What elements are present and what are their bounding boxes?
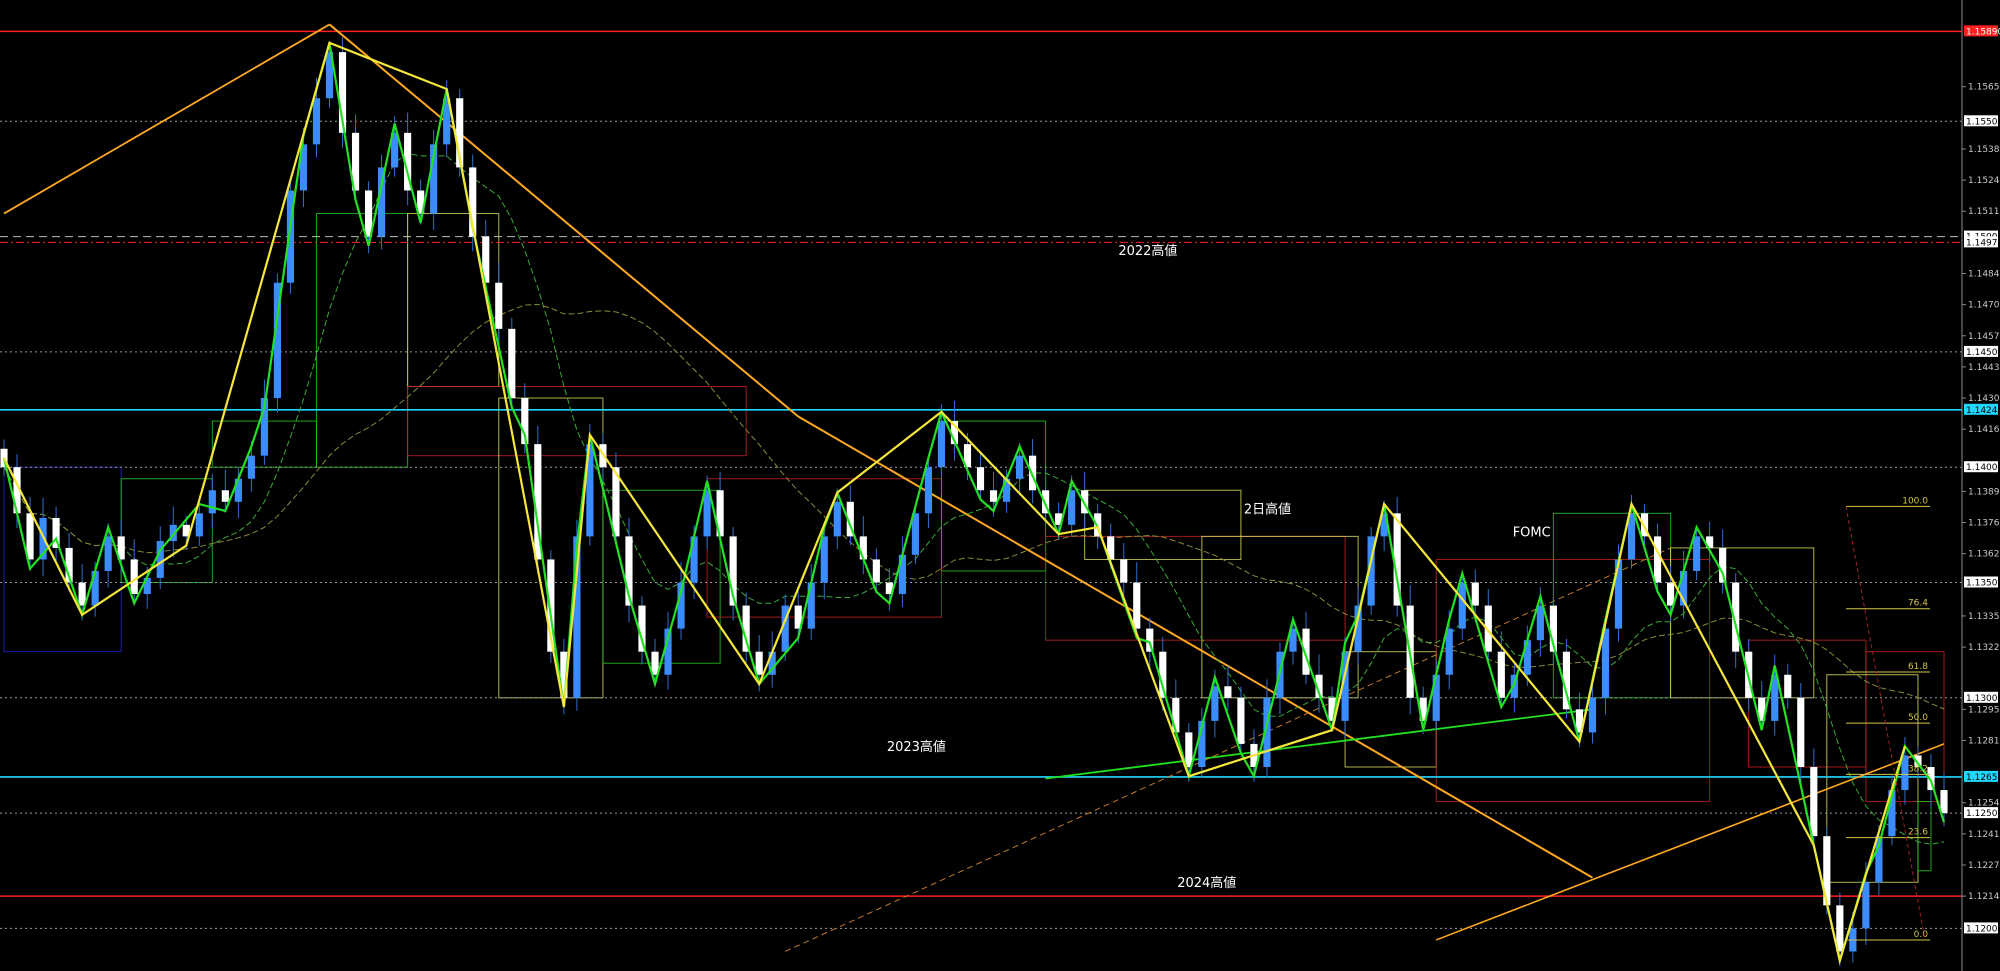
candle-body bbox=[1862, 882, 1870, 929]
candle-body bbox=[1224, 686, 1232, 698]
price-axis-label: 1.14705 bbox=[1968, 301, 2000, 311]
candle-body bbox=[1653, 536, 1662, 583]
price-level-tag-label: 1.13000 bbox=[1966, 694, 2000, 704]
candle-body bbox=[104, 536, 112, 571]
price-level-tag-label: 1.13500 bbox=[1966, 579, 2000, 589]
price-axis-label: 1.13355 bbox=[1968, 612, 2000, 622]
fib-level-label: 76.4 bbox=[1908, 599, 1928, 609]
candle-body bbox=[924, 467, 933, 514]
chart-window: 100.0 76.4 61.8 50.0 38.2 23.6 0.0 2022高値 2日高値 F… bbox=[0, 0, 2000, 971]
candle-body bbox=[1458, 582, 1466, 629]
fib-level-label: 61.8 bbox=[1908, 662, 1928, 672]
candle-body bbox=[1015, 455, 1024, 479]
price-level-tag-label: 1.12000 bbox=[1966, 924, 2000, 934]
candle-body bbox=[937, 421, 946, 468]
candle-body bbox=[26, 513, 34, 560]
candle-body bbox=[1185, 732, 1193, 767]
candle-body bbox=[1836, 905, 1844, 952]
price-level-tag-label: 1.14249 bbox=[1966, 406, 2000, 416]
chart-annotation: 2024高値 bbox=[1177, 875, 1236, 891]
fib-level-label: 50.0 bbox=[1908, 713, 1928, 723]
candle-body bbox=[495, 282, 503, 329]
price-axis-label: 1.14300 bbox=[1968, 394, 2000, 404]
price-chart: 100.0 76.4 61.8 50.0 38.2 23.6 0.0 2022高値 2日高値 F… bbox=[0, 0, 2000, 971]
candle-body bbox=[703, 490, 711, 537]
chart-annotation: FOMC bbox=[1513, 525, 1551, 540]
chart-annotation: 2日高値 bbox=[1244, 501, 1291, 517]
chart-annotation: 2023高値 bbox=[887, 739, 946, 755]
price-axis[interactable]: 1.15650 1.15380 1.15245 1.15110 1.14840 1.147… bbox=[1961, 0, 2000, 971]
candle-body bbox=[508, 328, 516, 399]
candle-body bbox=[130, 559, 138, 595]
price-axis-label: 1.14570 bbox=[1968, 332, 2000, 342]
candle-body bbox=[1666, 582, 1675, 606]
price-level-tag-label: 1.12657 bbox=[1966, 773, 2000, 783]
price-axis-label: 1.12950 bbox=[1968, 705, 2000, 715]
price-axis-label: 1.13895 bbox=[1968, 487, 2000, 497]
price-axis-label: 1.15110 bbox=[1968, 207, 2000, 217]
fib-level-label: 23.6 bbox=[1908, 828, 1928, 838]
candle-body bbox=[1784, 674, 1792, 698]
candle-body bbox=[989, 490, 998, 502]
price-level-tag-label: 1.15500 bbox=[1966, 117, 2000, 127]
price-level-tag-label: 1.14500 bbox=[1966, 348, 2000, 358]
price-axis-label: 1.14165 bbox=[1968, 425, 2000, 435]
fib-level-label: 100.0 bbox=[1902, 496, 1928, 506]
candle-body bbox=[208, 490, 216, 514]
candle-body bbox=[1497, 651, 1505, 698]
candle-body bbox=[1797, 697, 1805, 767]
candle-body bbox=[820, 536, 828, 583]
price-axis-label: 1.15380 bbox=[1968, 145, 2000, 155]
candle-body bbox=[1120, 559, 1128, 583]
price-axis-label: 1.12275 bbox=[1968, 861, 2000, 871]
price-level-tag-label: 1.12500 bbox=[1966, 809, 2000, 819]
candle-body bbox=[1471, 582, 1479, 606]
price-axis-label: 1.14435 bbox=[1968, 363, 2000, 373]
candle-body bbox=[833, 501, 841, 537]
candle-body bbox=[1445, 628, 1453, 675]
candle-body bbox=[872, 559, 880, 583]
candle-body bbox=[1237, 697, 1245, 744]
candle-body bbox=[221, 490, 229, 502]
candle-body bbox=[1940, 790, 1948, 814]
price-axis-label: 1.13625 bbox=[1968, 550, 2000, 560]
candle-body bbox=[1588, 697, 1597, 733]
price-axis-label: 1.14840 bbox=[1968, 269, 2000, 279]
price-level-tag-label: 1.15890 bbox=[1966, 27, 2000, 37]
candle-body bbox=[1211, 686, 1219, 721]
candle-body bbox=[976, 467, 985, 491]
price-level-tag-label: 1.14975 bbox=[1966, 238, 2000, 248]
candle-body bbox=[1133, 582, 1141, 629]
fib-level-label: 0.0 bbox=[1914, 930, 1929, 940]
fib-level-label: 38.2 bbox=[1908, 764, 1928, 774]
price-axis-label: 1.15650 bbox=[1968, 83, 2000, 93]
candle-body bbox=[247, 455, 255, 479]
candle-body bbox=[78, 582, 86, 606]
candle-body bbox=[1810, 766, 1818, 837]
candle-body bbox=[312, 98, 321, 145]
price-axis-label: 1.12815 bbox=[1968, 736, 2000, 746]
price-axis-label: 1.12410 bbox=[1968, 830, 2000, 840]
candle-body bbox=[195, 513, 203, 537]
candle-body bbox=[1029, 455, 1037, 491]
price-axis-label: 1.12140 bbox=[1968, 892, 2000, 902]
candle-body bbox=[1536, 605, 1544, 641]
candle-body bbox=[755, 651, 763, 675]
price-axis-label: 1.13220 bbox=[1968, 643, 2000, 653]
candle-body bbox=[1172, 697, 1180, 733]
chart-annotation: 2022高値 bbox=[1118, 243, 1177, 259]
price-axis-label: 1.13760 bbox=[1968, 519, 2000, 529]
price-level-tag-label: 1.14000 bbox=[1966, 463, 2000, 473]
candle-body bbox=[1693, 536, 1701, 571]
price-axis-label: 1.15245 bbox=[1968, 176, 2000, 186]
